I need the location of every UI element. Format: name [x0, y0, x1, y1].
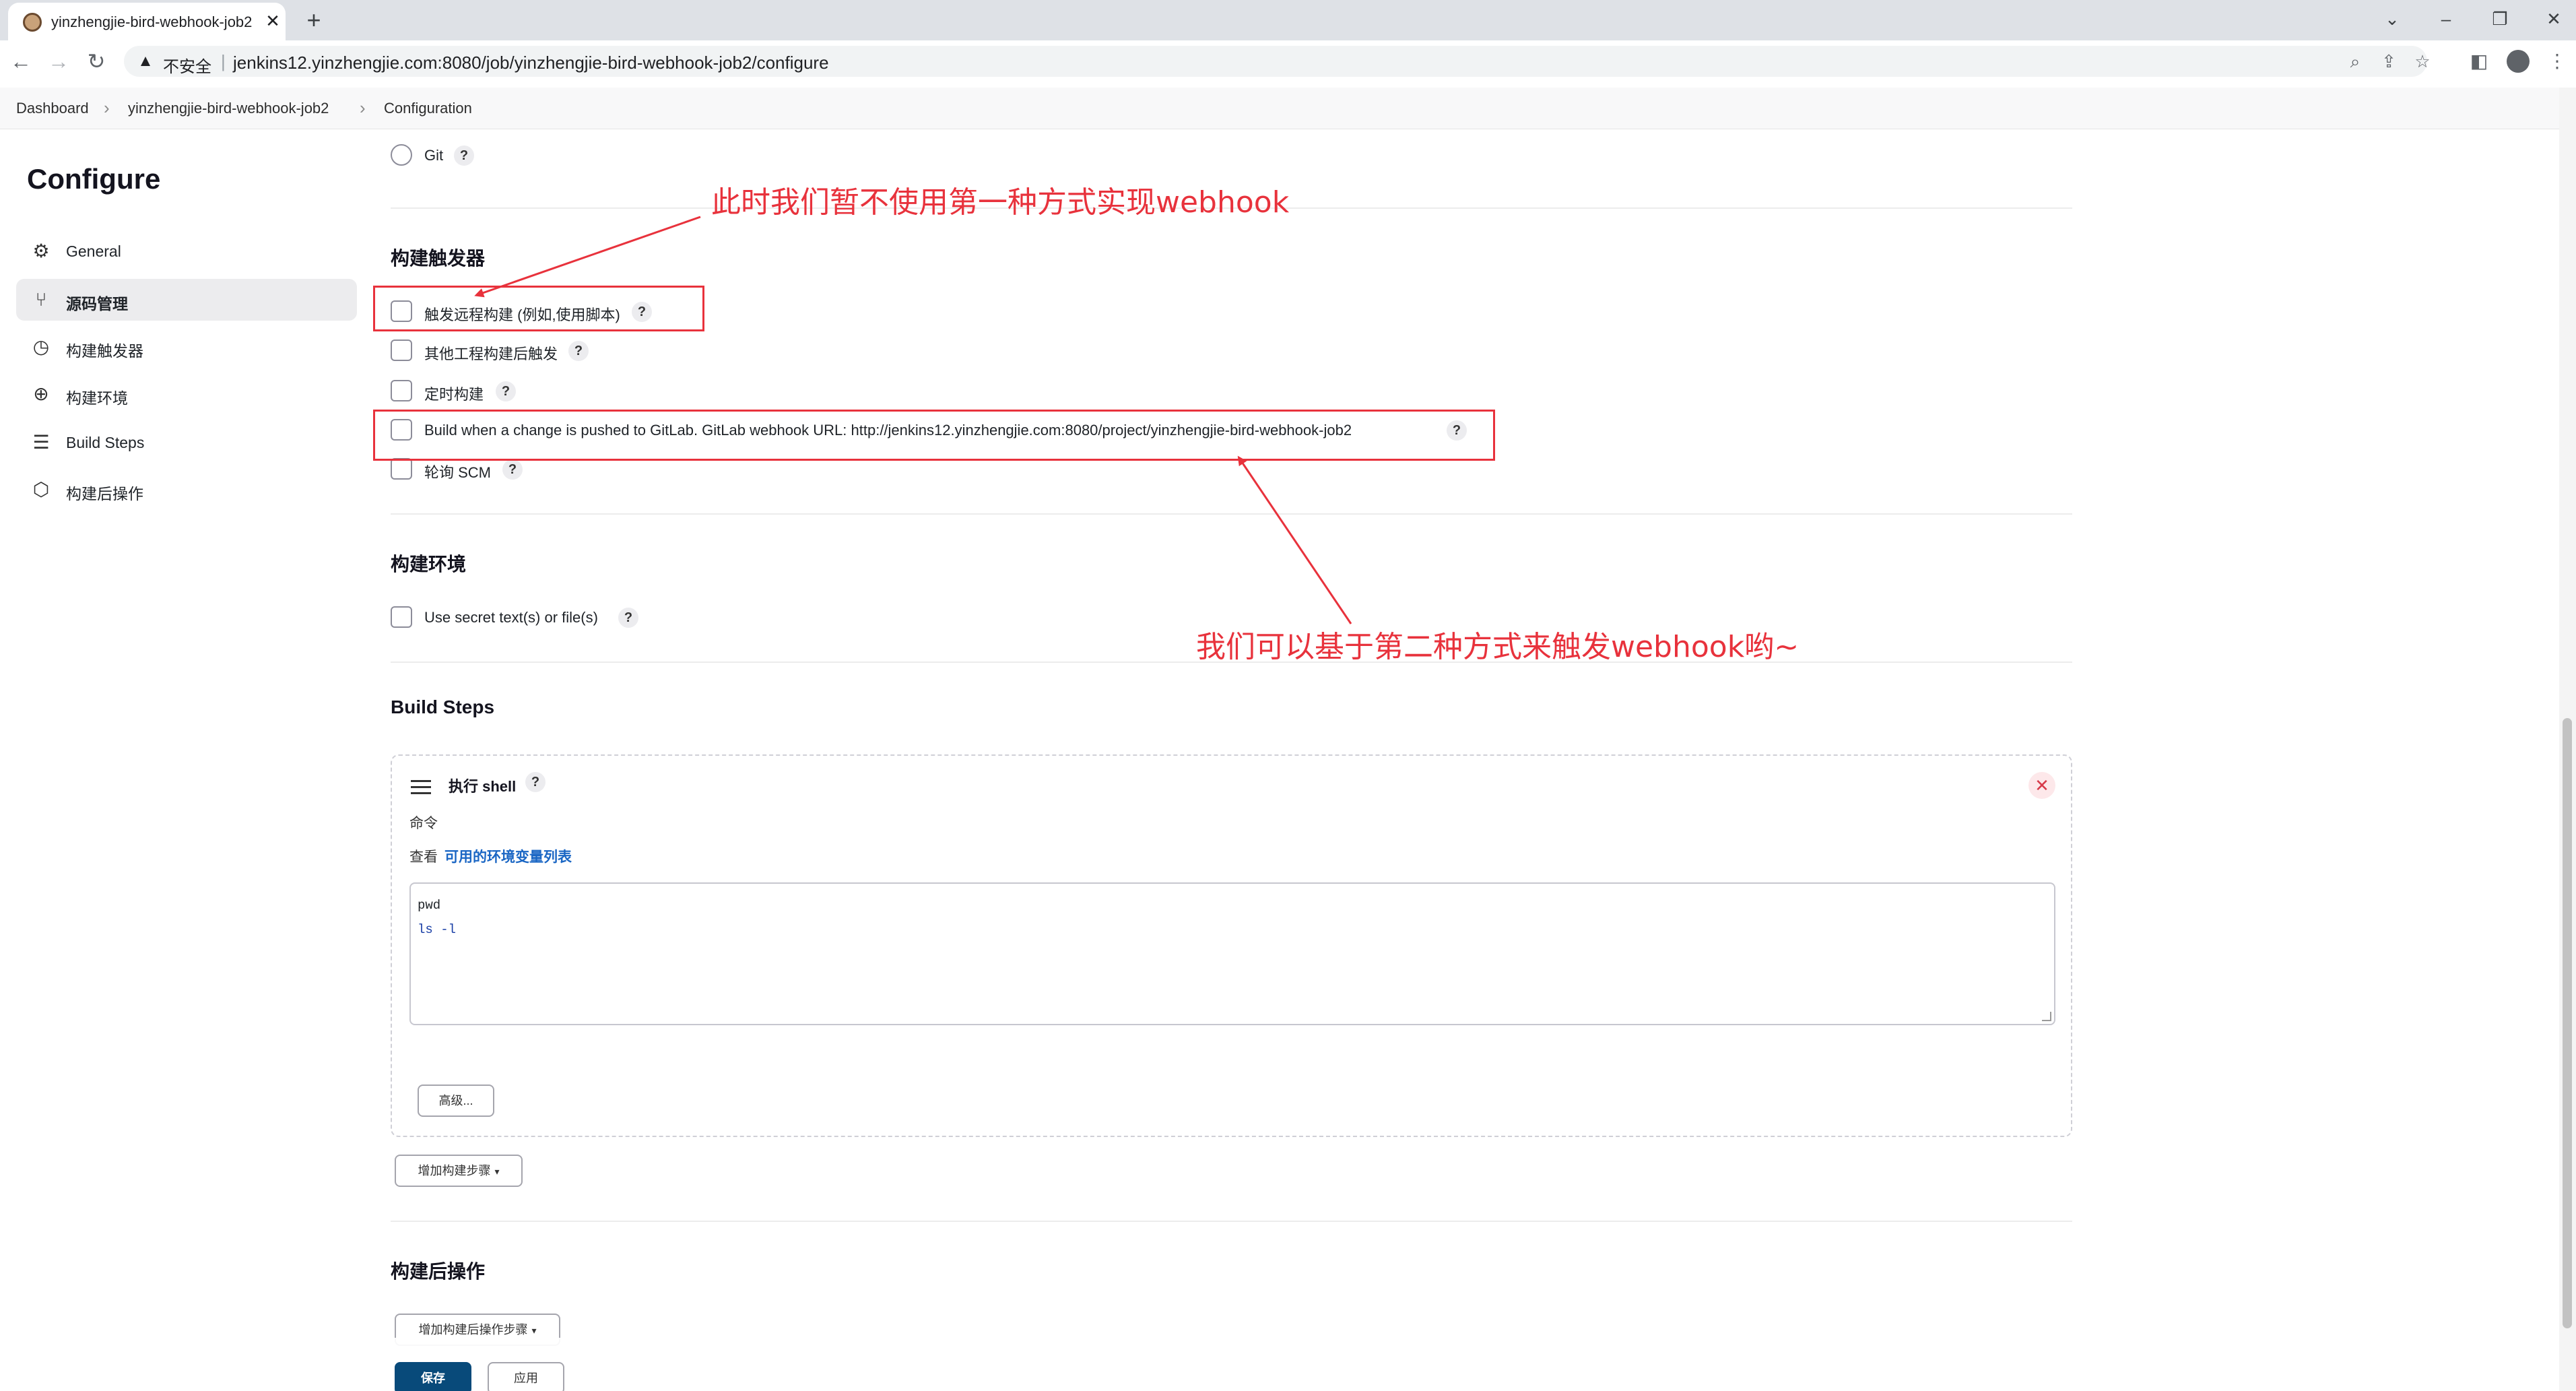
annotation-bottom-note: 我们可以基于第二种方式来触发webhook哟~ — [1196, 630, 1799, 664]
annotation-arrow-bottom — [1237, 455, 1352, 624]
annotation-top-note: 此时我们暂不使用第一种方式实现webhook — [711, 185, 1290, 220]
annotation-arrow-top — [474, 216, 701, 298]
